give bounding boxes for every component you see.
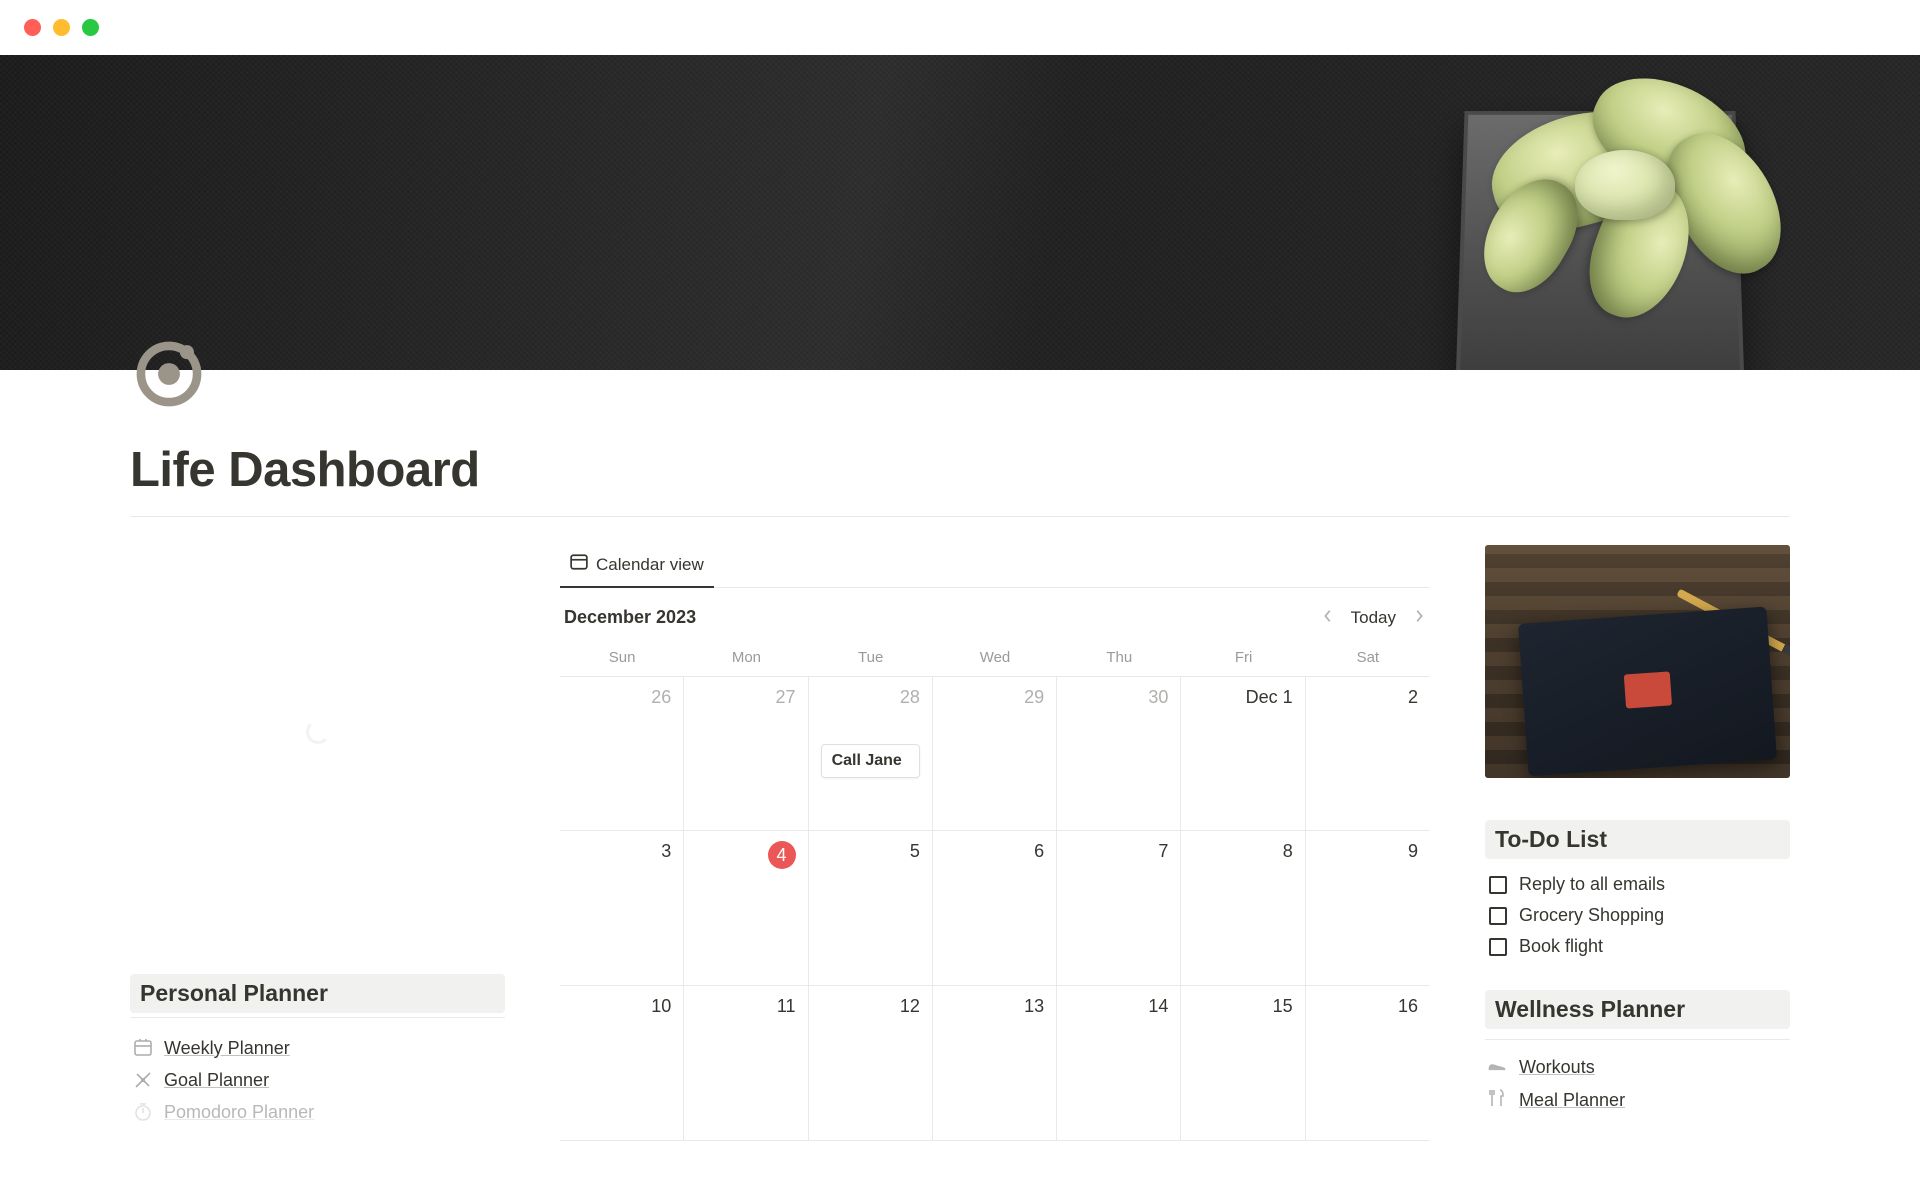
calendar-day-cell[interactable]: 8 (1181, 831, 1305, 986)
divider (130, 1017, 505, 1018)
day-number: 30 (1069, 687, 1168, 708)
calendar-day-cell[interactable]: 3 (560, 831, 684, 986)
checkbox[interactable] (1489, 876, 1507, 894)
todo-item[interactable]: Grocery Shopping (1485, 900, 1790, 931)
page-icon[interactable] (130, 335, 208, 413)
link-label: Pomodoro Planner (164, 1102, 314, 1123)
link-label: Weekly Planner (164, 1038, 290, 1059)
calendar-day-cell[interactable]: 13 (933, 986, 1057, 1141)
next-month-button[interactable] (1412, 606, 1426, 629)
planner-link-weekly-planner[interactable]: Weekly Planner (130, 1032, 505, 1064)
day-of-week-label: Sat (1306, 643, 1430, 676)
day-number: 28 (821, 687, 920, 708)
day-number: 5 (821, 841, 920, 862)
day-number: 26 (572, 687, 671, 708)
day-number: 9 (1318, 841, 1418, 862)
calendar-day-cell[interactable]: 15 (1181, 986, 1305, 1141)
calendar-week-icon (132, 1037, 154, 1059)
calendar-day-cell[interactable]: 7 (1057, 831, 1181, 986)
calendar-day-cell[interactable]: 5 (809, 831, 933, 986)
utensils-icon (1487, 1088, 1509, 1113)
day-of-week-label: Tue (809, 643, 933, 676)
calendar-event[interactable]: Call Jane (821, 744, 920, 778)
wellness-planner-heading[interactable]: Wellness Planner (1485, 990, 1790, 1029)
day-number: 29 (945, 687, 1044, 708)
planner-link-pomodoro-planner[interactable]: Pomodoro Planner (130, 1096, 505, 1128)
calendar-day-cell[interactable]: 28 Call Jane (809, 676, 933, 831)
loading-spinner-icon (306, 720, 330, 744)
calendar-day-cell[interactable]: 27 (684, 676, 808, 831)
day-number: 3 (572, 841, 671, 862)
checkbox[interactable] (1489, 938, 1507, 956)
database-view-tabs: Calendar view (560, 545, 1430, 588)
todo-list-heading[interactable]: To-Do List (1485, 820, 1790, 859)
todo-item[interactable]: Reply to all emails (1485, 869, 1790, 900)
day-number: 8 (1193, 841, 1292, 862)
minimize-window-button[interactable] (53, 19, 70, 36)
day-number: 13 (945, 996, 1044, 1017)
calendar-day-cell[interactable]: 4 (684, 831, 808, 986)
calendar-day-cell[interactable]: 6 (933, 831, 1057, 986)
todo-label: Grocery Shopping (1519, 905, 1664, 926)
day-number: 16 (1318, 996, 1418, 1017)
notebook-image[interactable] (1485, 545, 1790, 778)
calendar-day-cell[interactable]: 9 (1306, 831, 1430, 986)
divider (130, 516, 1790, 517)
target-icon (132, 1069, 154, 1091)
day-number: 11 (696, 996, 795, 1017)
day-number: 27 (696, 687, 795, 708)
todo-label: Reply to all emails (1519, 874, 1665, 895)
day-number: 10 (572, 996, 671, 1017)
day-number: 12 (821, 996, 920, 1017)
calendar-day-cell[interactable]: 11 (684, 986, 808, 1141)
day-number: 2 (1318, 687, 1418, 708)
day-of-week-label: Wed (933, 643, 1057, 676)
timer-icon (132, 1101, 154, 1123)
calendar-day-cell[interactable]: 26 (560, 676, 684, 831)
calendar-day-cell[interactable]: Dec 1 (1181, 676, 1305, 831)
todo-label: Book flight (1519, 936, 1603, 957)
shoe-icon (1487, 1057, 1509, 1078)
day-number: 15 (1193, 996, 1292, 1017)
day-number: 6 (945, 841, 1044, 862)
calendar-icon (570, 553, 588, 576)
cover-image[interactable] (0, 55, 1920, 370)
close-window-button[interactable] (24, 19, 41, 36)
today-indicator: 4 (768, 841, 796, 869)
tab-calendar-view[interactable]: Calendar view (560, 545, 714, 588)
personal-planner-heading[interactable]: Personal Planner (130, 974, 505, 1013)
day-number: Dec 1 (1246, 687, 1293, 708)
maximize-window-button[interactable] (82, 19, 99, 36)
tab-label: Calendar view (596, 555, 704, 575)
window-chrome (0, 0, 1920, 55)
wellness-link-workouts[interactable]: Workouts (1485, 1052, 1790, 1083)
calendar-month-label[interactable]: December 2023 (564, 607, 696, 628)
calendar-day-cell[interactable]: 30 (1057, 676, 1181, 831)
calendar-day-cell[interactable]: 14 (1057, 986, 1181, 1141)
day-number: 7 (1069, 841, 1168, 862)
checkbox[interactable] (1489, 907, 1507, 925)
prev-month-button[interactable] (1321, 606, 1335, 629)
calendar-day-cell[interactable]: 29 (933, 676, 1057, 831)
page-title[interactable]: Life Dashboard (130, 442, 1790, 498)
todo-item[interactable]: Book flight (1485, 931, 1790, 962)
today-button[interactable]: Today (1351, 608, 1396, 628)
calendar-day-cell[interactable]: 12 (809, 986, 933, 1141)
calendar-day-cell[interactable]: 10 (560, 986, 684, 1141)
day-of-week-label: Sun (560, 643, 684, 676)
planner-link-goal-planner[interactable]: Goal Planner (130, 1064, 505, 1096)
link-label: Workouts (1519, 1057, 1595, 1078)
day-of-week-label: Fri (1181, 643, 1305, 676)
link-label: Meal Planner (1519, 1090, 1625, 1111)
day-number: 14 (1069, 996, 1168, 1017)
link-label: Goal Planner (164, 1070, 269, 1091)
calendar-day-cell[interactable]: 2 (1306, 676, 1430, 831)
day-of-week-label: Mon (684, 643, 808, 676)
divider (1485, 1039, 1790, 1040)
day-of-week-label: Thu (1057, 643, 1181, 676)
wellness-link-meal-planner[interactable]: Meal Planner (1485, 1083, 1790, 1118)
calendar-day-cell[interactable]: 16 (1306, 986, 1430, 1141)
